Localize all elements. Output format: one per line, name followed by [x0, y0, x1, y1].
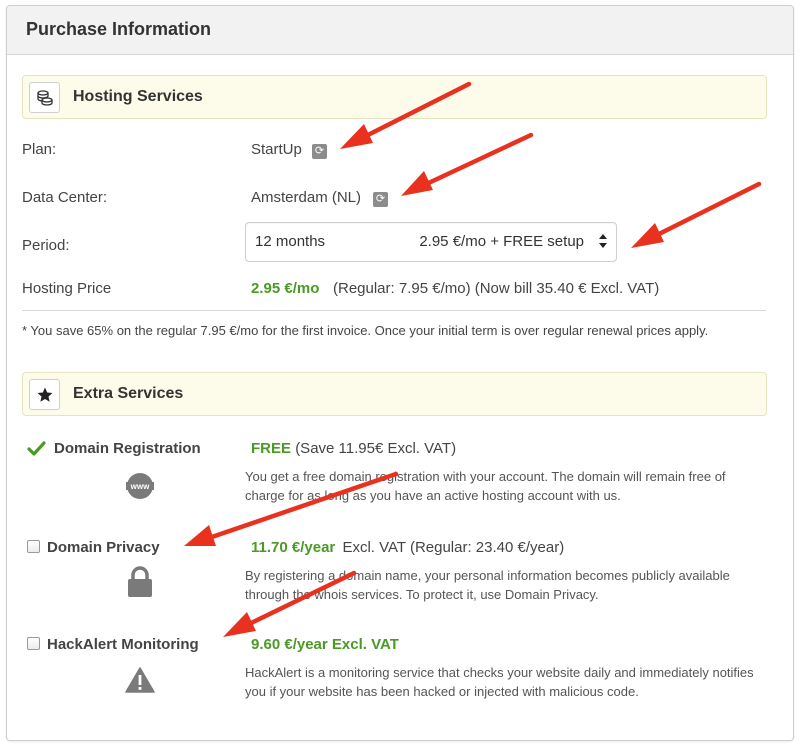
divider — [22, 310, 766, 311]
domain-privacy-price-detail: Excl. VAT (Regular: 23.40 €/year) — [342, 539, 565, 556]
svg-text:www: www — [130, 482, 150, 491]
domain-privacy-description: By registering a domain name, your perso… — [245, 568, 730, 602]
domain-privacy-name: Domain Privacy — [47, 539, 160, 556]
extras-section-title: Extra Services — [73, 385, 184, 402]
panel-title: Purchase Information — [26, 19, 212, 39]
period-price: 2.95 €/mo + FREE setup — [419, 233, 584, 250]
domain-registration-name: Domain Registration — [54, 440, 201, 457]
panel-header: Purchase Information — [7, 6, 793, 55]
period-label: Period: — [22, 237, 70, 254]
savings-note: * You save 65% on the regular 7.95 €/mo … — [22, 323, 709, 338]
www-icon: www — [126, 473, 154, 499]
hosting-price-detail: (Regular: 7.95 €/mo) (Now bill 35.40 € E… — [333, 280, 660, 297]
select-arrows-icon — [599, 234, 607, 248]
domain-privacy-checkbox[interactable] — [27, 540, 40, 553]
coins-icon — [29, 82, 60, 113]
star-icon — [29, 379, 60, 410]
domain-registration-description: You get a free domain registration with … — [245, 469, 726, 503]
change-datacenter-icon[interactable]: ⟳ — [373, 192, 388, 207]
change-plan-icon[interactable]: ⟳ — [312, 144, 327, 159]
domain-privacy-price-row: 11.70 €/year Excl. VAT (Regular: 23.40 €… — [251, 539, 564, 556]
domain-privacy-price: 11.70 €/year — [251, 539, 336, 556]
plan-value: StartUp — [251, 141, 302, 158]
period-months: 12 months — [255, 233, 326, 250]
hosting-price-label: Hosting Price — [22, 280, 112, 297]
domain-registration-price: FREE — [251, 440, 292, 457]
checkmark-icon — [27, 441, 46, 456]
datacenter-value: Amsterdam (NL) — [251, 189, 362, 206]
domain-registration-price-row: FREE (Save 11.95€ Excl. VAT) — [251, 440, 456, 457]
hackalert-checkbox[interactable] — [27, 637, 40, 650]
period-select[interactable]: 12 months 2.95 €/mo + FREE setup — [245, 222, 617, 262]
datacenter-label: Data Center: — [22, 189, 108, 206]
lock-icon — [128, 566, 152, 597]
hosting-section-header: Hosting Services — [22, 75, 767, 119]
hosting-section-title: Hosting Services — [73, 88, 203, 105]
warning-icon — [125, 667, 155, 693]
hackalert-description: HackAlert is a monitoring service that c… — [245, 665, 754, 699]
hackalert-name: HackAlert Monitoring — [47, 636, 199, 653]
hackalert-price: 9.60 €/year Excl. VAT — [251, 636, 399, 653]
domain-registration-price-detail: (Save 11.95€ Excl. VAT) — [295, 440, 457, 457]
extras-section-header: Extra Services — [22, 372, 767, 416]
hosting-price-value: 2.95 €/mo — [251, 280, 320, 297]
plan-label: Plan: — [22, 141, 57, 158]
